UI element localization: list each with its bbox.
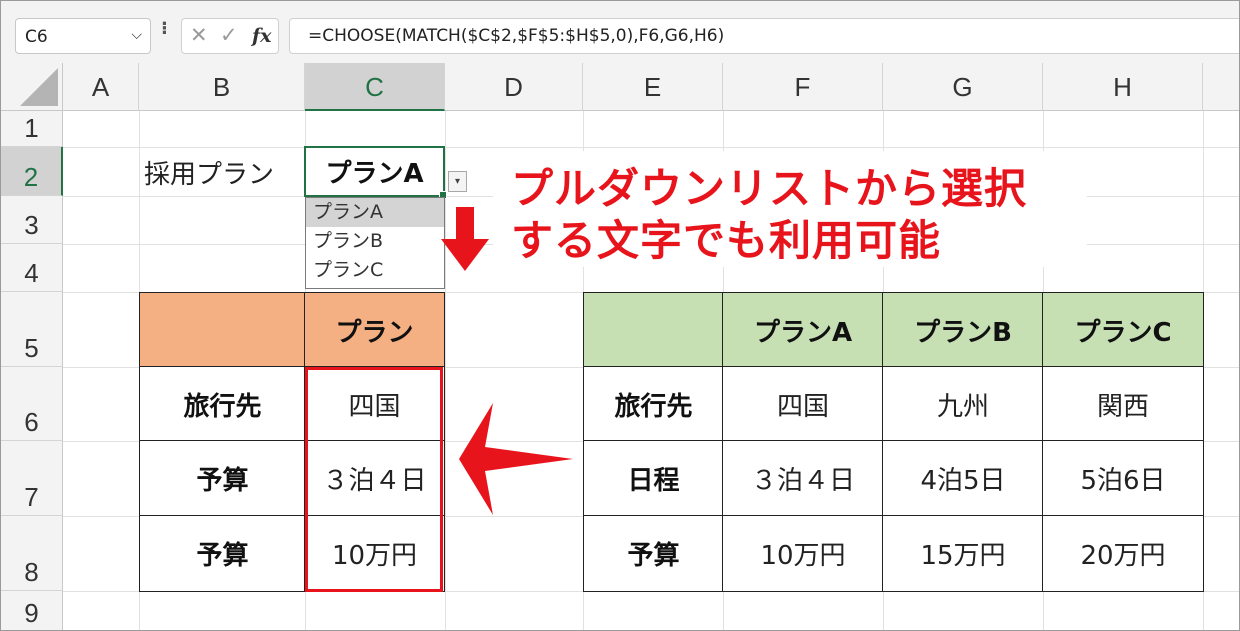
left-arrow-icon bbox=[459, 403, 573, 515]
excel-window: C6 ⌵ ⁝ ✕ ✓ fx =CHOOSE(MATCH($C$2,$F$5:$H… bbox=[0, 0, 1240, 631]
annotation-arrows bbox=[441, 207, 573, 515]
down-arrow-icon bbox=[441, 207, 489, 271]
